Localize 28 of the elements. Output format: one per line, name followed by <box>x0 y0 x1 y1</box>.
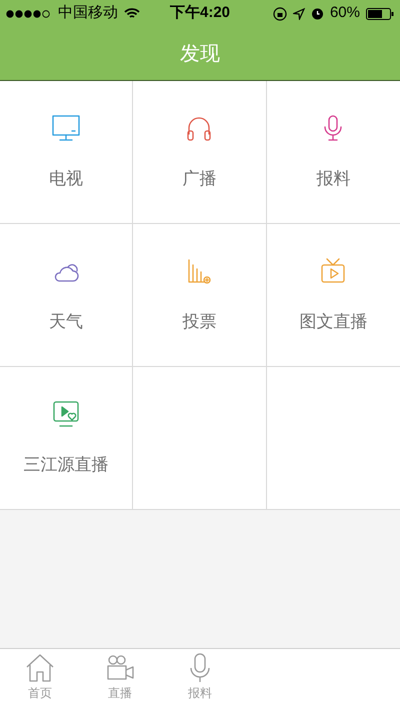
grid-item[interactable]: 广播 <box>133 81 267 224</box>
grid-label: 三江源直播 <box>24 454 109 476</box>
grid-label: 电视 <box>49 168 84 190</box>
grid-item[interactable]: 报料 <box>266 81 400 224</box>
grid-label: 天气 <box>49 311 84 334</box>
grid-item[interactable]: 天气 <box>0 224 134 367</box>
rotation-lock-icon <box>272 6 287 20</box>
tab-item[interactable]: 直播 <box>80 649 160 710</box>
grid-label: 图文直播 <box>299 311 368 334</box>
grid-label: 投票 <box>182 311 216 334</box>
tab-item[interactable]: 首页 <box>0 649 80 710</box>
grid-item[interactable]: 电视 <box>0 81 134 224</box>
grid-item[interactable]: 图文直播 <box>266 224 400 367</box>
grid-item[interactable]: 投票 <box>133 224 267 367</box>
grid-label: 报料 <box>316 168 350 190</box>
signal-icon <box>6 10 52 18</box>
battery-icon <box>366 8 394 20</box>
wifi-icon <box>124 8 140 20</box>
carrier-name: 中国移动 <box>58 3 118 24</box>
grid-item[interactable]: 三江源直播 <box>0 367 134 510</box>
location-icon <box>292 8 305 20</box>
tab-item[interactable]: 报料 <box>160 649 240 710</box>
battery-percentage: 60% <box>330 3 360 24</box>
grid-label: 广播 <box>182 168 216 190</box>
page-title: 发现 <box>180 42 220 66</box>
alarm-icon <box>310 7 324 20</box>
home-icon <box>24 653 56 683</box>
status-time: 下午4:20 <box>168 3 232 24</box>
